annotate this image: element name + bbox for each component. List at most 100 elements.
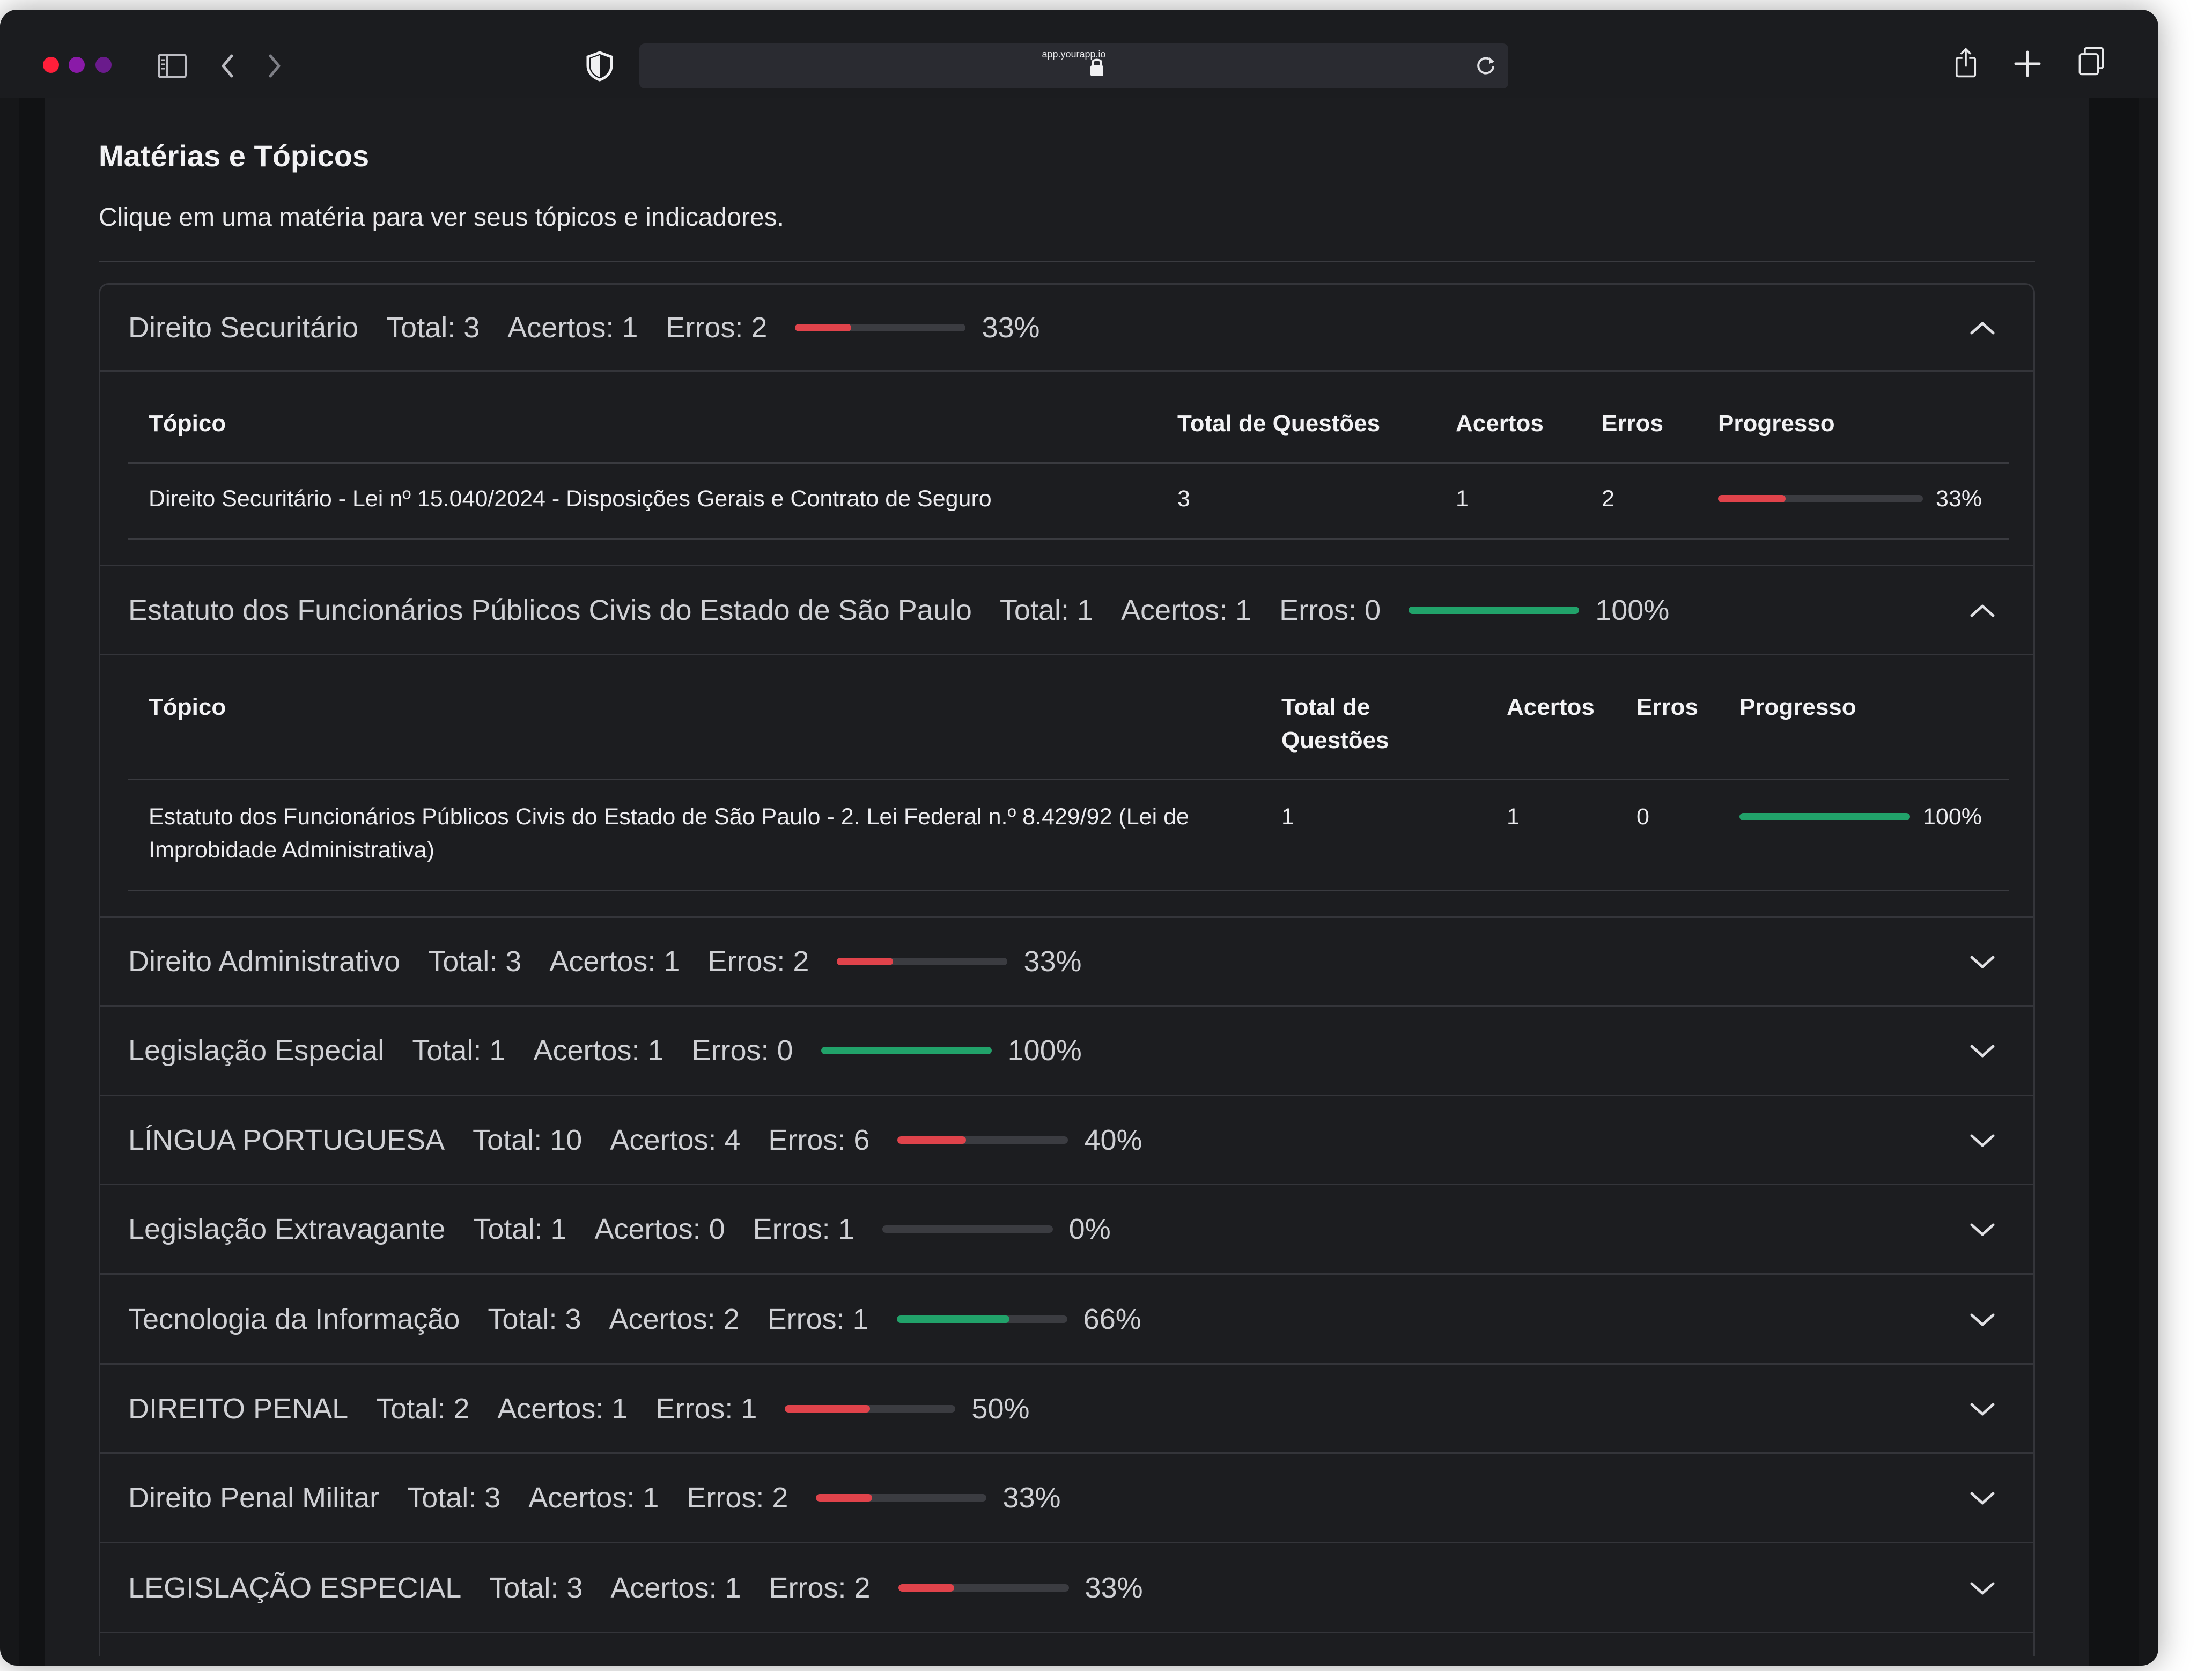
subject-name: Legislação Extravagante <box>128 1213 446 1245</box>
subject-progress-bar <box>897 1136 1068 1144</box>
share-icon[interactable] <box>1952 47 1979 78</box>
subject-errors: Erros: 1 <box>655 1392 757 1425</box>
topic-errors: 0 <box>1636 804 1649 830</box>
subject-name: LEGISLAÇÃO ESPECIAL <box>128 1571 462 1604</box>
col-header-progress: Progresso <box>1739 694 1856 720</box>
progress-fill <box>785 1404 871 1413</box>
subject-total: Total: 3 <box>488 1303 581 1335</box>
forward-icon[interactable] <box>264 50 285 82</box>
subject-hits: Acertos: 1 <box>528 1482 659 1514</box>
chevron-up-icon[interactable] <box>1969 602 1996 618</box>
col-header-errors: Erros <box>1636 694 1698 720</box>
sidebar-icon[interactable] <box>157 50 188 82</box>
subject-header[interactable]: Estatuto dos Funcionários Públicos Civis… <box>100 566 2033 655</box>
subject-hits: Acertos: 2 <box>609 1303 740 1335</box>
topic-total: 1 <box>1281 804 1294 830</box>
back-icon[interactable] <box>217 50 238 82</box>
row-divider <box>128 538 2009 540</box>
row-divider <box>128 462 2009 464</box>
col-header-total-line2: Questões <box>1281 727 1389 753</box>
chevron-down-icon[interactable] <box>1969 1132 1996 1148</box>
subject-name: Tecnologia da Informação <box>128 1303 460 1335</box>
address-bar[interactable]: app.yourapp.io <box>639 43 1508 88</box>
subject-progress-bar <box>882 1225 1053 1233</box>
progress-fill <box>896 1315 1009 1323</box>
topic-errors: 2 <box>1602 486 1614 512</box>
subject-total: Total: 2 <box>376 1392 470 1425</box>
progress-fill <box>821 1047 992 1054</box>
subject-errors: Erros: 2 <box>769 1571 871 1604</box>
subject-percent: 33% <box>1002 1482 1061 1514</box>
subject-errors: Erros: 6 <box>768 1123 870 1156</box>
subject-percent: 100% <box>1595 594 1670 626</box>
subject-percent: 50% <box>971 1392 1030 1425</box>
subject-hits: Acertos: 1 <box>497 1392 628 1425</box>
subject-errors: Erros: 2 <box>687 1482 788 1514</box>
subject-header[interactable]: Direito Penal Militar Total: 3 Acertos: … <box>100 1454 2033 1543</box>
subject-header[interactable]: Direito Administrativo Total: 3 Acertos:… <box>100 918 2033 1007</box>
subject-header[interactable]: DIREITO PENAL Total: 2 Acertos: 1 Erros:… <box>100 1365 2033 1454</box>
progress-fill <box>1718 495 1786 502</box>
topic-progress-bar <box>1718 495 1923 502</box>
subject-hits: Acertos: 1 <box>1121 594 1252 626</box>
subject-percent: 33% <box>1023 945 1082 978</box>
progress-fill <box>1409 606 1580 614</box>
subject-header[interactable]: Legislação Especial Total: 1 Acertos: 1 … <box>100 1007 2033 1096</box>
col-header-total-line1: Total de <box>1281 694 1370 720</box>
col-header-errors: Erros <box>1602 410 1663 437</box>
subject-name: Direito Securitário <box>128 311 359 344</box>
chevron-down-icon[interactable] <box>1969 953 1996 970</box>
shield-icon[interactable] <box>585 50 615 82</box>
subject-progress-bar <box>1409 606 1580 614</box>
subject-progress-bar <box>785 1404 956 1413</box>
close-window-button[interactable] <box>43 57 59 73</box>
subject-errors: Erros: 0 <box>1279 594 1381 626</box>
progress-fill <box>897 1136 966 1144</box>
subject-name: Direito Administrativo <box>128 945 401 978</box>
subject-total: Total: 10 <box>473 1123 583 1156</box>
minimize-window-button[interactable] <box>69 57 85 73</box>
chevron-down-icon[interactable] <box>1969 1311 1996 1327</box>
subject-hits: Acertos: 4 <box>610 1123 741 1156</box>
subject-header[interactable]: Legislação Extravagante Total: 1 Acertos… <box>100 1185 2033 1275</box>
subject-progress-bar <box>795 323 966 331</box>
subject-name: Estatuto dos Funcionários Públicos Civis… <box>128 594 972 626</box>
subject-total: Total: 1 <box>999 594 1094 626</box>
subject-total: Total: 3 <box>428 945 522 978</box>
topic-total: 3 <box>1177 486 1190 512</box>
chevron-up-icon[interactable] <box>1969 320 1996 336</box>
row-divider <box>128 890 2009 891</box>
progress-fill <box>837 957 894 965</box>
subject-percent: 33% <box>1085 1571 1143 1604</box>
zoom-window-button[interactable] <box>95 57 112 73</box>
chevron-down-icon[interactable] <box>1969 1401 1996 1417</box>
subject-topics-panel: Tópico Total de Questões Acertos Erros P… <box>100 372 2033 566</box>
col-header-topic: Tópico <box>149 410 226 437</box>
reload-icon[interactable] <box>1474 54 1498 78</box>
subject-name: Legislação Especial <box>128 1034 385 1067</box>
chevron-down-icon[interactable] <box>1969 1042 1996 1059</box>
divider <box>99 261 2035 262</box>
topic-name-line2: Improbidade Administrativa) <box>149 837 434 863</box>
subject-name: LÍNGUA PORTUGUESA <box>128 1123 445 1156</box>
tabs-icon[interactable] <box>2076 46 2107 77</box>
subject-header[interactable]: LÍNGUA PORTUGUESA Total: 10 Acertos: 4 E… <box>100 1096 2033 1185</box>
subject-errors: Erros: 2 <box>707 945 809 978</box>
page-title: Matérias e Tópicos <box>99 139 370 173</box>
subject-name: Direito Penal Militar <box>128 1482 380 1514</box>
subject-total: Total: 3 <box>407 1482 501 1514</box>
url-text: app.yourapp.io <box>1042 49 1106 60</box>
progress-fill <box>816 1494 873 1502</box>
new-tab-icon[interactable] <box>2012 48 2043 79</box>
subject-header[interactable]: Tecnologia da Informação Total: 3 Acerto… <box>100 1275 2033 1365</box>
topic-hits: 1 <box>1507 804 1520 830</box>
chevron-down-icon[interactable] <box>1969 1221 1996 1237</box>
subject-header[interactable]: LEGISLAÇÃO ESPECIAL Total: 3 Acertos: 1 … <box>100 1543 2033 1633</box>
subject-progress-bar <box>837 957 1008 965</box>
subject-name: DIREITO PENAL <box>128 1392 349 1425</box>
subjects-accordion: Direito Securitário Total: 3 Acertos: 1 … <box>99 283 2035 1656</box>
subject-header[interactable]: Direito Securitário Total: 3 Acertos: 1 … <box>100 285 2033 372</box>
chevron-down-icon[interactable] <box>1969 1490 1996 1506</box>
topic-name: Direito Securitário - Lei nº 15.040/2024… <box>149 486 992 512</box>
chevron-down-icon[interactable] <box>1969 1580 1996 1596</box>
